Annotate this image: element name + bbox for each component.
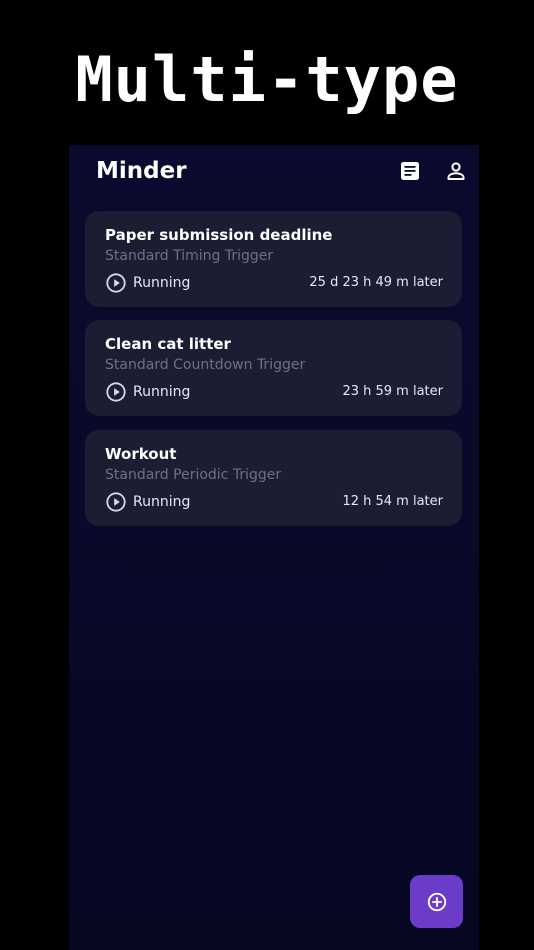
trigger-card[interactable]: Clean cat litter Standard Countdown Trig… (85, 320, 462, 416)
play-circle-icon (105, 381, 127, 403)
app-title: Minder (96, 158, 187, 184)
promo-title: Multi-type (75, 43, 459, 116)
add-trigger-button[interactable] (410, 875, 463, 928)
trigger-status: Running (105, 381, 190, 403)
trigger-type: Standard Timing Trigger (105, 248, 274, 264)
trigger-title: Paper submission deadline (105, 226, 333, 244)
trigger-type: Standard Periodic Trigger (105, 467, 282, 483)
status-label: Running (133, 494, 191, 510)
trigger-title: Workout (105, 445, 177, 463)
app-bar: Minder (69, 145, 479, 199)
trigger-title: Clean cat litter (105, 335, 231, 353)
trigger-remaining: 25 d 23 h 49 m later (309, 275, 443, 290)
trigger-card[interactable]: Paper submission deadline Standard Timin… (85, 211, 462, 307)
play-circle-icon (105, 272, 127, 294)
account-icon[interactable] (444, 159, 468, 183)
status-label: Running (133, 275, 191, 291)
trigger-remaining: 12 h 54 m later (342, 494, 443, 509)
notes-icon[interactable] (398, 159, 422, 183)
app-screen: Minder Paper submission deadline Standar… (69, 145, 479, 950)
trigger-type: Standard Countdown Trigger (105, 357, 306, 373)
trigger-status: Running (105, 491, 190, 513)
play-circle-icon (105, 491, 127, 513)
screen: Multi-type Minder Paper submission deadl… (0, 0, 534, 950)
status-label: Running (133, 384, 191, 400)
trigger-status: Running (105, 272, 190, 294)
add-circle-icon (426, 891, 448, 913)
trigger-card[interactable]: Workout Standard Periodic Trigger Runnin… (85, 430, 462, 526)
trigger-remaining: 23 h 59 m later (342, 384, 443, 399)
